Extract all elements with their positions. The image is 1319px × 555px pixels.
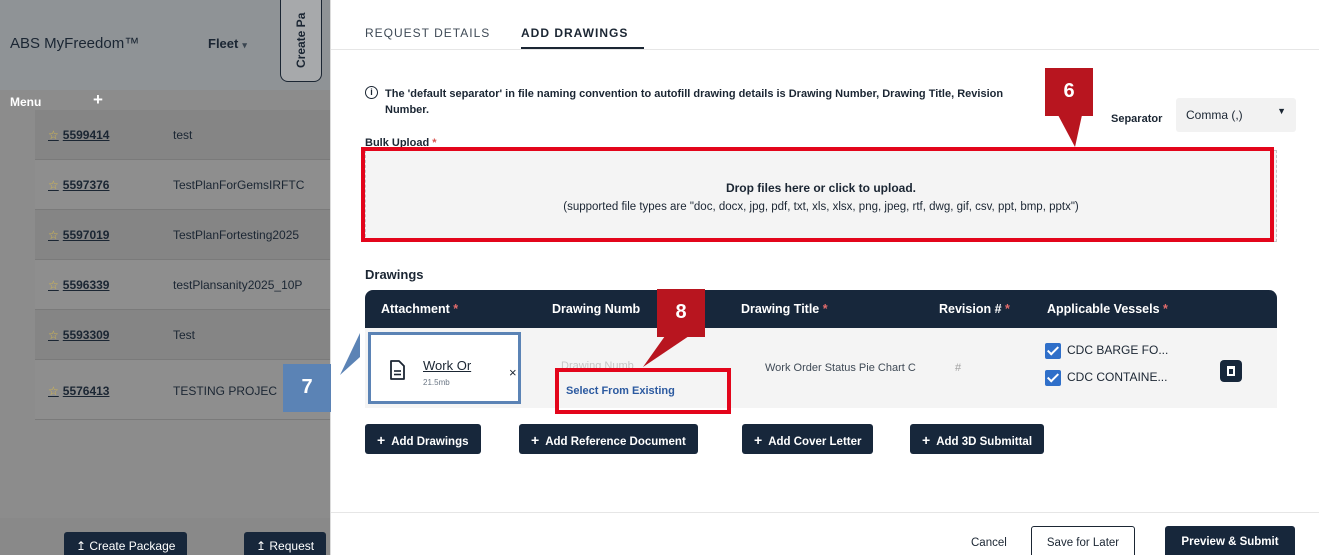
plus-icon: + [922, 432, 931, 448]
list-item[interactable]: ☆ 5597019 TestPlanFortesting2025 [35, 210, 330, 260]
add-drawings-panel: REQUEST DETAILS ADD DRAWINGS i The 'defa… [330, 0, 1319, 555]
preview-submit-button[interactable]: Preview & Submit [1165, 526, 1295, 555]
tab-add-drawings[interactable]: ADD DRAWINGS [521, 26, 628, 40]
separator-select[interactable]: Comma (,) ▼ [1176, 98, 1296, 132]
create-package-button[interactable]: ↥ Create Package [64, 532, 188, 555]
column-drawing-number: Drawing Numb [552, 302, 641, 316]
list-item[interactable]: ☆ 5593309 Test [35, 310, 330, 360]
vessel-label: CDC BARGE FO... [1067, 343, 1169, 358]
fleet-label: Fleet [208, 36, 239, 51]
checkbox-checked-icon[interactable] [1045, 343, 1061, 359]
vessel-checkbox-2[interactable]: CDC CONTAINE... [1045, 370, 1167, 386]
annotation-callout-6: 6 [1045, 68, 1093, 116]
create-package-tab[interactable]: Create Pa [280, 0, 322, 82]
delete-row-icon[interactable] [1220, 360, 1242, 382]
checkbox-checked-icon[interactable] [1045, 370, 1061, 386]
list-item[interactable]: ☆ 5599414 test [35, 110, 330, 160]
list-item[interactable]: ☆ 5596339 testPlansanity2025_10P [35, 260, 330, 310]
project-name: TestPlanForGemsIRFTC [173, 178, 305, 192]
app-brand: ABS MyFreedom™ [10, 35, 140, 52]
star-icon: ☆ [48, 328, 59, 342]
cancel-button[interactable]: Cancel [971, 537, 1007, 549]
column-attachment: Attachment * [381, 302, 459, 316]
tab-divider [331, 49, 1319, 50]
select-from-existing-link[interactable]: Select From Existing [566, 385, 675, 397]
footer-divider [331, 512, 1319, 513]
project-name: testPlansanity2025_10P [173, 278, 303, 292]
project-number[interactable]: ☆ 5597019 [48, 228, 109, 242]
project-name: Test [173, 328, 196, 342]
separator-value: Comma (,) [1186, 108, 1243, 122]
project-number[interactable]: ☆ 5593309 [48, 328, 109, 342]
create-tab-label: Create Pa [294, 12, 308, 68]
project-name: TESTING PROJEC [173, 384, 278, 398]
column-drawing-title: Drawing Title * [741, 302, 828, 316]
project-name: TestPlanFortesting2025 [173, 228, 300, 242]
drawing-title-input[interactable]: Work Order Status Pie Chart C [765, 362, 916, 374]
star-icon: ☆ [48, 128, 59, 142]
vessel-label: CDC CONTAINE... [1067, 370, 1168, 385]
select-from-existing-highlight: Select From Existing [555, 368, 731, 414]
fleet-menu[interactable]: Fleet ▾ [208, 36, 247, 51]
star-icon: ☆ [48, 228, 59, 242]
add-cover-letter-button[interactable]: + Add Cover Letter [742, 424, 874, 454]
menu-label[interactable]: Menu [10, 95, 41, 109]
request-button[interactable]: ↥ Request [244, 532, 327, 555]
menu-bar: Menu + [0, 90, 330, 112]
list-item[interactable]: ☆ 5597376 TestPlanForGemsIRFTC [35, 160, 330, 210]
add-3d-submittal-button[interactable]: + Add 3D Submittal [910, 424, 1045, 454]
project-number[interactable]: ☆ 5599414 [48, 128, 109, 142]
background-app: ABS MyFreedom™ Fleet ▾ Create Pa Menu + ☆… [0, 0, 330, 555]
annotation-callout-7: 7 [283, 364, 331, 412]
annotation-callout-8: 8 [657, 289, 705, 337]
separator-label: Separator [1111, 113, 1163, 125]
project-name: test [173, 128, 193, 142]
project-number[interactable]: ☆ 5596339 [48, 278, 109, 292]
attachment-cell: Work Or 21.5mb × [368, 332, 521, 404]
project-number[interactable]: ☆ 5597376 [48, 178, 109, 192]
star-icon: ☆ [48, 384, 59, 398]
plus-icon: + [377, 432, 386, 448]
drawings-table-header: Attachment * Drawing Numb Drawing Title … [365, 290, 1277, 328]
drawings-section-title: Drawings [365, 267, 424, 282]
document-icon [390, 360, 405, 380]
add-reference-document-button[interactable]: + Add Reference Document [519, 424, 698, 454]
attachment-link[interactable]: Work Or [423, 358, 471, 373]
plus-icon: + [531, 432, 540, 448]
separator-info-text: The 'default separator' in file naming c… [385, 88, 1004, 116]
remove-attachment-icon[interactable]: × [509, 365, 517, 380]
annotation-box-6 [361, 147, 1274, 242]
info-icon: i [365, 86, 378, 99]
bottom-bar: ↥ Create Package ↥ Request [0, 518, 330, 555]
plus-icon: + [754, 432, 763, 448]
vessel-checkbox-1[interactable]: CDC BARGE FO... [1045, 343, 1168, 359]
add-drawings-button[interactable]: + Add Drawings [365, 424, 481, 454]
attachment-size: 21.5mb [423, 378, 450, 387]
star-icon: ☆ [48, 178, 59, 192]
menu-add-icon[interactable]: + [93, 90, 103, 110]
project-number[interactable]: ☆ 5576413 [48, 384, 109, 398]
revision-input[interactable]: # [955, 362, 961, 374]
column-applicable-vessels: Applicable Vessels * [1047, 302, 1168, 316]
app-header: ABS MyFreedom™ Fleet ▾ Create Pa [0, 0, 330, 90]
chevron-down-icon: ▾ [242, 40, 247, 50]
save-for-later-button[interactable]: Save for Later [1031, 526, 1135, 555]
table-row: Work Or 21.5mb × Drawing Numb Select Fro… [365, 328, 1277, 414]
column-revision: Revision # * [939, 302, 1010, 316]
tab-request-details[interactable]: REQUEST DETAILS [365, 26, 490, 40]
chevron-down-icon: ▼ [1277, 106, 1286, 116]
star-icon: ☆ [48, 278, 59, 292]
